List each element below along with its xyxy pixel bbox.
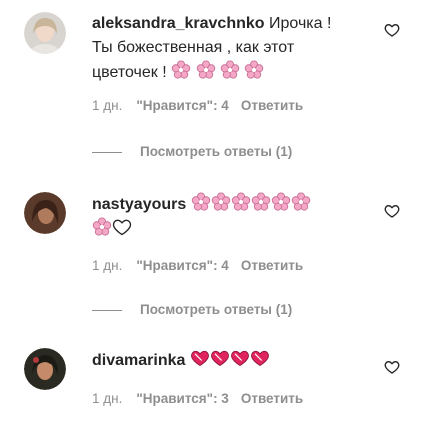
- divider-line: [92, 151, 122, 153]
- comment-meta: 1 дн. "Нравится": 4 Ответить: [92, 98, 317, 113]
- cherry-blossom-icon: [251, 192, 270, 211]
- view-replies-button[interactable]: Посмотреть ответы (1): [92, 144, 292, 159]
- cherry-blossom-icon: [196, 60, 215, 79]
- reply-button[interactable]: Ответить: [241, 98, 303, 113]
- likes-count[interactable]: "Нравится": 3: [136, 391, 228, 406]
- cherry-blossom-icon: [92, 217, 112, 236]
- comment-text: nastyayours: [92, 192, 372, 242]
- divider-line: [92, 309, 122, 311]
- emoji-row: [171, 60, 264, 81]
- cherry-blossom-icon: [245, 60, 264, 79]
- heart-emoji-icon: [210, 350, 229, 366]
- heart-outline-icon[interactable]: [384, 203, 400, 219]
- reply-button[interactable]: Ответить: [241, 258, 303, 273]
- heart-outline-icon[interactable]: [384, 359, 400, 375]
- likes-count[interactable]: "Нравится": 4: [136, 258, 228, 273]
- comment-time[interactable]: 1 дн.: [92, 98, 122, 113]
- cherry-blossom-icon: [211, 192, 230, 211]
- heart-emoji-icon: [190, 350, 209, 366]
- cherry-blossom-icon: [291, 192, 310, 211]
- white-heart-icon: [112, 219, 132, 236]
- avatar[interactable]: [24, 348, 66, 390]
- comment-time[interactable]: 1 дн.: [92, 391, 122, 406]
- cherry-blossom-icon: [220, 60, 240, 79]
- heart-emoji-icon: [250, 350, 269, 366]
- comment-meta: 1 дн. "Нравится": 3 Ответить: [92, 391, 317, 406]
- heart-emoji-icon: [230, 350, 249, 366]
- comment-time[interactable]: 1 дн.: [92, 258, 122, 273]
- comment-text: aleksandra_kravchnko Ирочка ! Ты божеств…: [92, 15, 332, 81]
- comment-username[interactable]: aleksandra_kravchnko: [92, 15, 265, 32]
- cherry-blossom-icon: [171, 60, 191, 79]
- comment-username[interactable]: divamarinka: [92, 352, 185, 369]
- heart-outline-icon[interactable]: [384, 22, 400, 38]
- cherry-blossom-icon: [271, 192, 290, 211]
- cherry-blossom-icon: [231, 192, 250, 211]
- emoji-row: [190, 350, 270, 369]
- comment-meta: 1 дн. "Нравится": 4 Ответить: [92, 258, 317, 273]
- likes-count[interactable]: "Нравится": 4: [136, 98, 228, 113]
- view-replies-button[interactable]: Посмотреть ответы (1): [92, 302, 292, 317]
- comment-username[interactable]: nastyayours: [92, 196, 186, 213]
- cherry-blossom-icon: [191, 192, 210, 211]
- avatar[interactable]: [24, 12, 66, 54]
- avatar[interactable]: [24, 192, 66, 234]
- comment-text: divamarinka: [92, 348, 372, 373]
- reply-button[interactable]: Ответить: [241, 391, 303, 406]
